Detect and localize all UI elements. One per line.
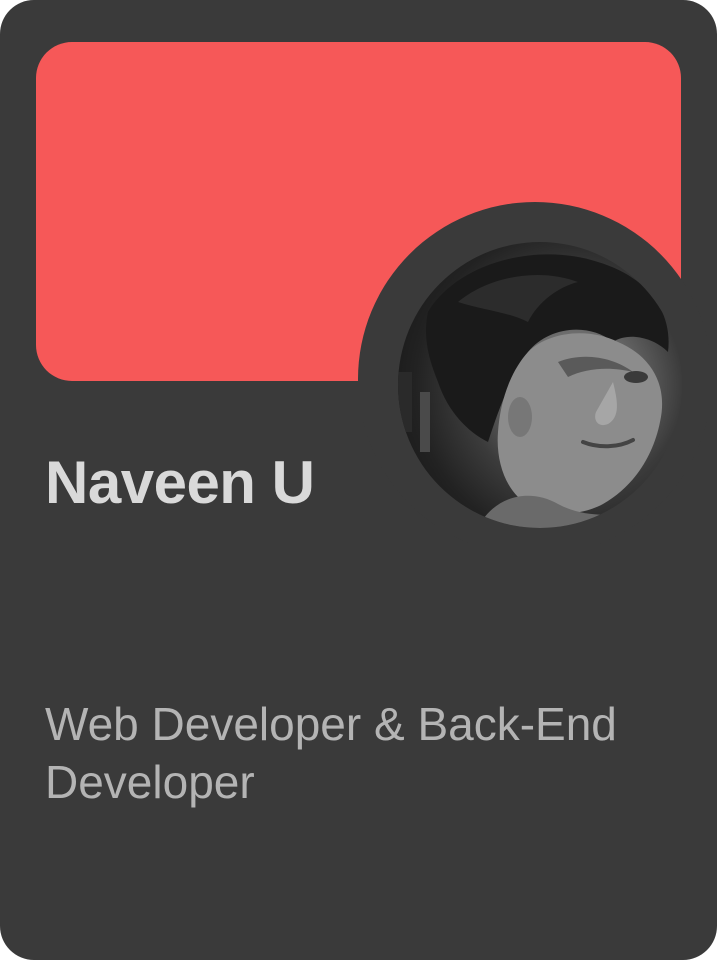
profile-card: Naveen U Web Developer & Back-End Develo… [0, 0, 717, 960]
profile-name: Naveen U [45, 449, 315, 516]
avatar [398, 242, 682, 528]
profile-role: Web Developer & Back-End Developer [45, 698, 617, 808]
profile-photo-icon [398, 254, 682, 528]
